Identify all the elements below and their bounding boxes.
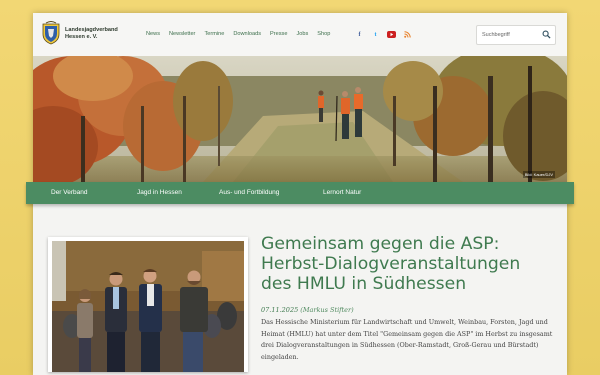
top-navigation: News Newsletter Termine Downloads Presse…	[146, 31, 339, 37]
logo-suffix: Hessen e. V.	[65, 34, 98, 40]
nav-item-newsletter[interactable]: Newsletter	[169, 31, 195, 37]
search-box	[476, 25, 556, 45]
autumn-forest-hunters-image	[33, 56, 567, 182]
site-header: Landesjagdverband Hessen e. V. News News…	[33, 13, 567, 56]
article-author: (Markus Stifter)	[300, 306, 354, 314]
facebook-icon[interactable]: f	[355, 30, 364, 39]
image-credit: Bild: Kauer/DJV	[522, 171, 555, 178]
main-content: Gemeinsam gegen die ASP: Herbst-Dialogve…	[33, 217, 567, 375]
menu-item-aus-und-fortbildung[interactable]: Aus- und Fortbildung	[219, 189, 279, 196]
hero-image: Bild: Kauer/DJV	[33, 56, 567, 182]
website-container: Landesjagdverband Hessen e. V. News News…	[26, 13, 574, 375]
youtube-icon[interactable]	[387, 30, 396, 39]
menu-item-jagd-in-hessen[interactable]: Jagd in Hessen	[137, 189, 182, 196]
logo-text[interactable]: Landesjagdverband Hessen e. V.	[65, 27, 118, 41]
nav-item-jobs[interactable]: Jobs	[296, 31, 308, 37]
article-meta: 07.11.2025 (Markus Stifter)	[261, 306, 354, 314]
menu-item-der-verband[interactable]: Der Verband	[51, 189, 88, 196]
article-teaser: Das Hessische Ministerium für Landwirtsc…	[261, 318, 553, 362]
article-title[interactable]: Gemeinsam gegen die ASP: Herbst-Dialogve…	[261, 234, 551, 294]
nav-item-termine[interactable]: Termine	[204, 31, 224, 37]
main-menu: Der Verband Jagd in Hessen Aus- und Fort…	[26, 182, 574, 204]
nav-item-shop[interactable]: Shop	[317, 31, 330, 37]
nav-item-news[interactable]: News	[146, 31, 160, 37]
search-input[interactable]	[482, 29, 540, 40]
nav-item-downloads[interactable]: Downloads	[233, 31, 261, 37]
logo-crest-icon[interactable]	[41, 21, 61, 45]
search-icon[interactable]	[542, 30, 551, 39]
article-photo[interactable]	[48, 237, 248, 372]
article-date: 07.11.2025	[261, 306, 299, 314]
menu-item-lernort-natur[interactable]: Lernort Natur	[323, 189, 361, 196]
social-links: f t	[355, 30, 419, 39]
logo-name: Landesjagdverband	[65, 27, 118, 33]
nav-item-presse[interactable]: Presse	[270, 31, 287, 37]
group-photo-image	[52, 241, 244, 372]
twitter-icon[interactable]: t	[371, 30, 380, 39]
rss-icon[interactable]	[403, 30, 412, 39]
